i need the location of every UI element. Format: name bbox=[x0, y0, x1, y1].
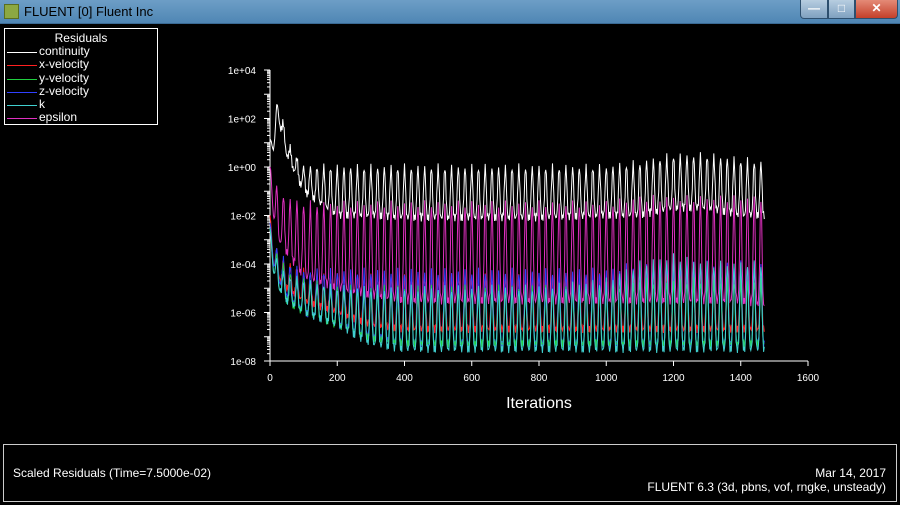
y-tick-label: 1e-02 bbox=[230, 212, 256, 223]
legend-swatch bbox=[7, 118, 37, 120]
series-line-k bbox=[269, 228, 765, 354]
x-tick-label: 200 bbox=[329, 373, 346, 384]
legend-item-x-velocity: x-velocity bbox=[5, 57, 157, 72]
maximize-button[interactable]: □ bbox=[828, 0, 855, 19]
x-tick-label: 600 bbox=[463, 373, 480, 384]
legend-item-y-velocity: y-velocity bbox=[5, 70, 157, 85]
legend-item-z-velocity: z-velocity bbox=[5, 83, 157, 98]
x-tick-label: 0 bbox=[267, 373, 273, 384]
version-label: FLUENT 6.3 (3d, pbns, vof, rngke, unstea… bbox=[647, 480, 886, 494]
legend-swatch bbox=[7, 91, 37, 93]
legend-label: continuity bbox=[39, 44, 90, 58]
title-bar[interactable]: FLUENT [0] Fluent Inc — □ ✕ bbox=[0, 0, 900, 24]
legend-item-epsilon: epsilon bbox=[5, 110, 157, 125]
fluent-app-icon bbox=[4, 4, 19, 19]
legend-item-continuity: continuity bbox=[5, 44, 157, 58]
x-tick-label: 400 bbox=[396, 373, 413, 384]
legend-label: epsilon bbox=[39, 110, 78, 125]
y-tick-label: 1e-06 bbox=[230, 309, 256, 320]
y-tick-label: 1e-04 bbox=[230, 260, 256, 271]
y-tick-label: 1e-08 bbox=[230, 357, 256, 368]
x-tick-label: 1600 bbox=[797, 373, 820, 384]
window-title: FLUENT [0] Fluent Inc bbox=[24, 4, 154, 19]
status-footer: Scaled Residuals (Time=7.5000e-02) Mar 1… bbox=[3, 444, 897, 502]
legend-item-k: k bbox=[5, 97, 157, 112]
y-tick-label: 1e+04 bbox=[228, 66, 257, 77]
x-tick-label: 1200 bbox=[662, 373, 685, 384]
y-tick-label: 1e+02 bbox=[228, 115, 257, 126]
legend-label: z-velocity bbox=[39, 83, 90, 98]
legend-swatch bbox=[7, 65, 37, 67]
legend-title: Residuals bbox=[54, 31, 108, 45]
date-label: Mar 14, 2017 bbox=[815, 466, 886, 480]
legend-swatch bbox=[7, 105, 37, 107]
legend-label: y-velocity bbox=[39, 70, 90, 85]
x-tick-label: 800 bbox=[531, 373, 548, 384]
legend-label: k bbox=[39, 97, 45, 112]
x-tick-label: 1000 bbox=[595, 373, 618, 384]
legend-swatch bbox=[7, 78, 37, 80]
y-tick-label: 1e+00 bbox=[228, 163, 257, 174]
minimize-button[interactable]: — bbox=[800, 0, 828, 19]
close-button[interactable]: ✕ bbox=[855, 0, 898, 19]
x-axis-label: Iterations bbox=[506, 395, 572, 412]
legend-label: x-velocity bbox=[39, 57, 90, 72]
scaled-residuals-label: Scaled Residuals (Time=7.5000e-02) bbox=[13, 466, 211, 480]
x-tick-label: 1400 bbox=[730, 373, 753, 384]
legend-swatch bbox=[7, 52, 37, 53]
chart-legend: Residuals continuity x-velocity y-velocity… bbox=[4, 28, 158, 125]
